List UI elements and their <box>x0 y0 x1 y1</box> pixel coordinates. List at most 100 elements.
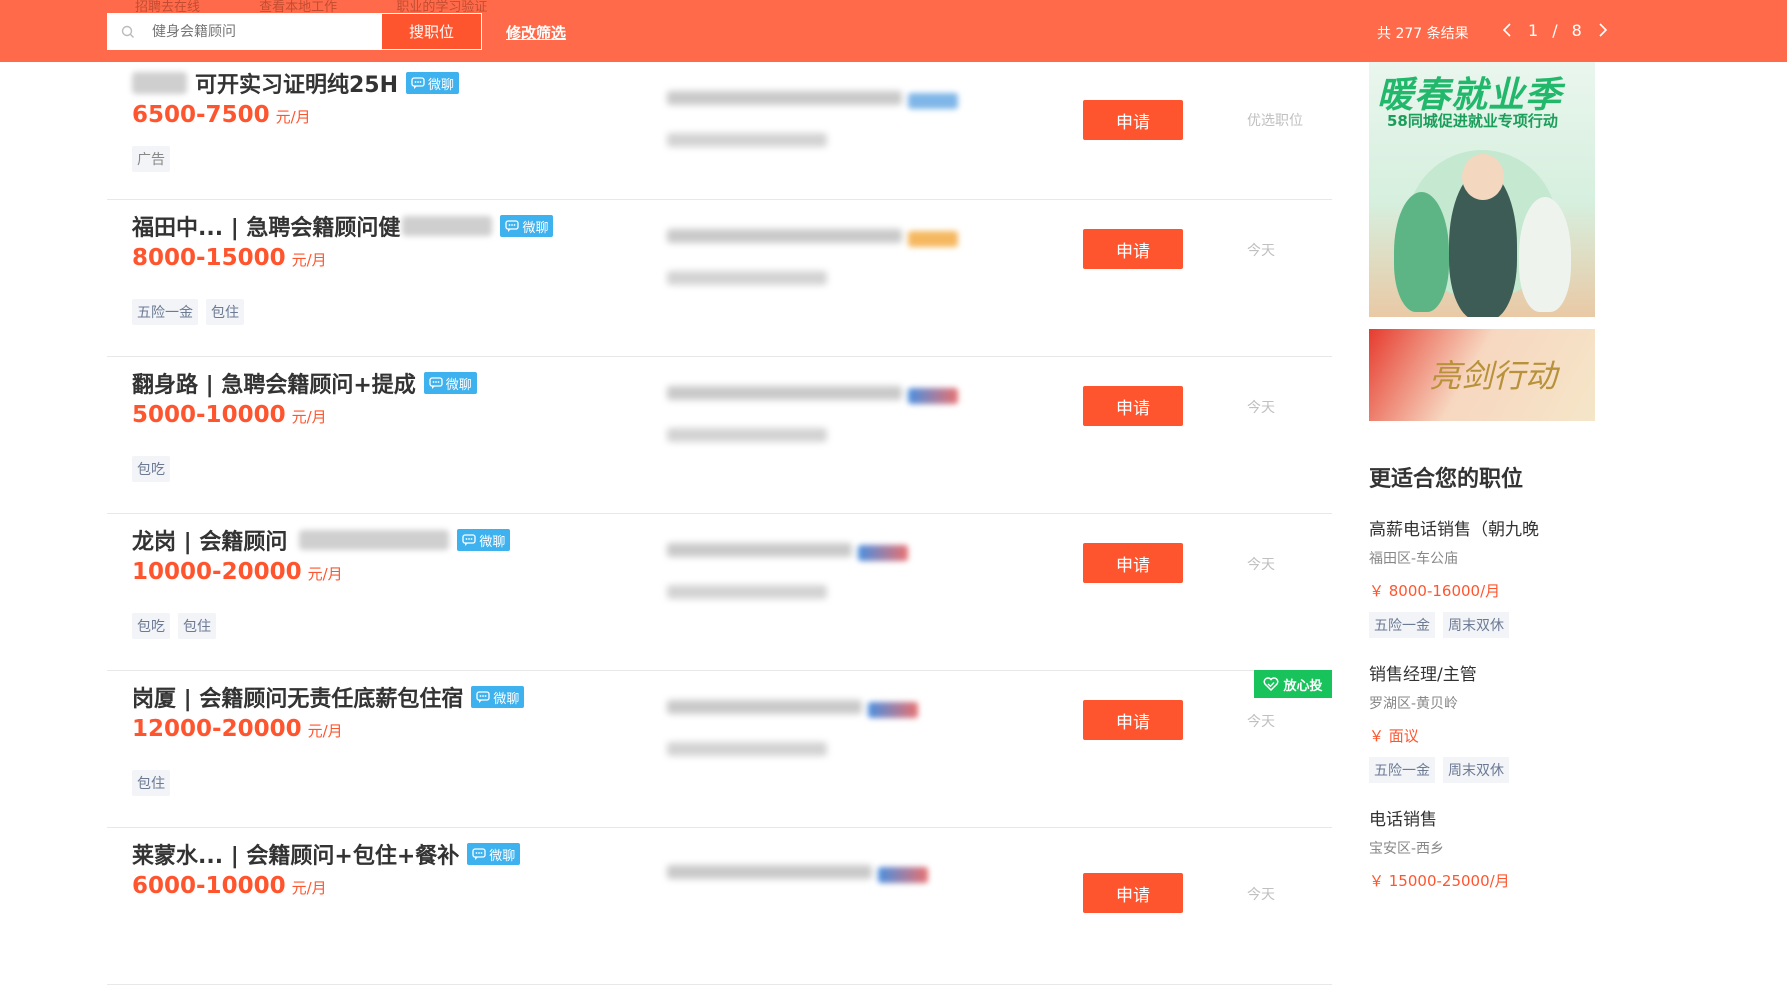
ghost-nav-links: 招聘去在线 查看本地工作 职业的学习验证 <box>135 0 542 14</box>
job-tags: 包吃 包住 <box>132 613 216 639</box>
ghost-link[interactable]: 招聘去在线 <box>135 1 200 14</box>
apply-button[interactable]: 申请 <box>1083 100 1183 140</box>
recommended-title: 更适合您的职位 <box>1369 467 1524 492</box>
company-info-blurred[interactable] <box>667 699 918 756</box>
benefit-tag: 五险一金 <box>1369 612 1435 638</box>
ghost-link[interactable]: 职业的学习验证 <box>396 1 487 14</box>
chat-bubble-icon <box>429 376 443 389</box>
job-list: 可开实习证明纯25H 微聊 6500-7500 元/月 广告 申请 优选职位 福田… <box>107 62 1332 985</box>
person-illustration <box>1519 197 1571 312</box>
job-title[interactable]: 翻身路 | 急聘会籍顾问+提成 微聊 <box>132 367 477 399</box>
chat-bubble-icon <box>472 847 486 860</box>
benefit-tag: 五险一金 <box>132 299 198 325</box>
benefit-tag: 包吃 <box>132 613 170 639</box>
company-info-blurred[interactable] <box>667 542 908 599</box>
job-salary: 10000-20000 元/月 <box>132 559 343 585</box>
benefit-tag: 包住 <box>178 613 216 639</box>
page-sep: / <box>1552 20 1558 40</box>
chat-bubble-icon <box>476 690 491 703</box>
benefit-tag: 包住 <box>206 299 244 325</box>
recommended-job-location: 宝安区-西乡 <box>1369 841 1445 857</box>
top-search-bar: 招聘去在线 查看本地工作 职业的学习验证 搜职位 修改筛选 共 277 条结果 … <box>0 0 1787 62</box>
search-box: 搜职位 <box>107 13 482 50</box>
job-title[interactable]: 龙岗 | 会籍顾问 微聊 <box>132 524 511 556</box>
modify-filter-link[interactable]: 修改筛选 <box>506 22 566 43</box>
banner-text: 亮剑行动 <box>1429 357 1558 395</box>
spring-employment-banner[interactable]: 暖春就业季 58同城促进就业专项行动 <box>1369 62 1595 317</box>
recommended-job-tags: 五险一金 周末双休 <box>1369 757 1595 783</box>
job-title[interactable]: 岗厦 | 会籍顾问无责任底薪包住宿 微聊 <box>132 681 525 713</box>
company-info-blurred[interactable] <box>667 228 958 285</box>
heart-check-icon <box>1264 677 1279 691</box>
banner-subtitle: 58同城促进就业专项行动 <box>1387 112 1558 130</box>
recommended-job-title[interactable]: 高薪电话销售（朝九晚 <box>1369 515 1595 540</box>
wechat-chat-button[interactable]: 微聊 <box>467 843 521 865</box>
ad-tag: 广告 <box>132 146 170 172</box>
chat-bubble-icon <box>411 76 425 89</box>
wechat-chat-button[interactable]: 微聊 <box>423 372 477 394</box>
right-sidebar: 暖春就业季 58同城促进就业专项行动 亮剑行动 更适合您的职位 高薪电话销售（朝… <box>1369 62 1595 891</box>
apply-button[interactable]: 申请 <box>1083 229 1183 269</box>
company-info-blurred[interactable] <box>667 385 958 442</box>
wechat-chat-button[interactable]: 微聊 <box>500 215 554 237</box>
prev-page-icon[interactable] <box>1500 20 1514 40</box>
job-date: 今天 <box>1247 714 1275 730</box>
recommended-job-title[interactable]: 销售经理/主管 <box>1369 660 1595 685</box>
next-page-icon[interactable] <box>1596 20 1610 40</box>
job-tags: 包吃 <box>132 456 170 482</box>
blurred-suffix <box>402 216 493 236</box>
job-row[interactable]: 莱蒙水... | 会籍顾问+包住+餐补 微聊 6000-10000 元/月 申请 … <box>107 828 1332 985</box>
job-salary: 5000-10000 元/月 <box>132 402 327 428</box>
apply-button[interactable]: 申请 <box>1083 873 1183 913</box>
search-icon <box>108 14 148 49</box>
chat-bubble-icon <box>505 219 520 232</box>
blurred-prefix <box>132 72 187 94</box>
chat-bubble-icon <box>462 533 477 546</box>
pagination: 1 / 8 <box>1500 20 1610 40</box>
recommended-job-salary: ￥ 面议 <box>1369 727 1419 745</box>
recommended-job-salary: ￥ 8000-16000/月 <box>1369 582 1501 600</box>
apply-button[interactable]: 申请 <box>1083 700 1183 740</box>
job-date: 今天 <box>1247 557 1275 573</box>
search-input[interactable] <box>148 14 381 49</box>
trust-badge: 放心投 <box>1254 670 1332 698</box>
search-button[interactable]: 搜职位 <box>381 14 481 49</box>
company-info-blurred[interactable] <box>667 90 958 147</box>
recommended-job[interactable]: 销售经理/主管 罗湖区-黄贝岭 ￥ 面议 五险一金 周末双休 <box>1369 660 1595 783</box>
job-date: 优选职位 <box>1247 113 1303 129</box>
job-date: 今天 <box>1247 400 1275 416</box>
job-tags: 五险一金 包住 <box>132 299 244 325</box>
recommended-job-tags: 五险一金 周末双休 <box>1369 612 1595 638</box>
ghost-link[interactable]: 查看本地工作 <box>259 1 337 14</box>
benefit-tag: 包吃 <box>132 456 170 482</box>
apply-button[interactable]: 申请 <box>1083 386 1183 426</box>
recommended-job[interactable]: 电话销售 宝安区-西乡 ￥ 15000-25000/月 <box>1369 805 1595 891</box>
job-row[interactable]: 翻身路 | 急聘会籍顾问+提成 微聊 5000-10000 元/月 包吃 申请 今… <box>107 357 1332 514</box>
job-title[interactable]: 莱蒙水... | 会籍顾问+包住+餐补 微聊 <box>132 838 521 870</box>
company-info-blurred[interactable] <box>667 864 928 883</box>
apply-button[interactable]: 申请 <box>1083 543 1183 583</box>
person-head <box>1462 154 1504 200</box>
job-title[interactable]: 可开实习证明纯25H 微聊 <box>132 67 460 99</box>
benefit-tag: 五险一金 <box>1369 757 1435 783</box>
page-current: 1 <box>1528 20 1539 40</box>
job-date: 今天 <box>1247 887 1275 903</box>
job-salary: 8000-15000 元/月 <box>132 245 327 271</box>
blurred-suffix <box>299 530 450 550</box>
benefit-tag: 包住 <box>132 770 170 796</box>
job-row[interactable]: 福田中... | 急聘会籍顾问健 微聊 8000-15000 元/月 五险一金 包… <box>107 200 1332 357</box>
wechat-chat-button[interactable]: 微聊 <box>457 529 511 551</box>
recommended-job-title[interactable]: 电话销售 <box>1369 805 1595 830</box>
wechat-chat-button[interactable]: 微聊 <box>406 72 460 94</box>
job-row[interactable]: 龙岗 | 会籍顾问 微聊 10000-20000 元/月 包吃 包住 申请 今天 <box>107 514 1332 671</box>
benefit-tag: 周末双休 <box>1443 757 1509 783</box>
job-salary: 6500-7500 元/月 <box>132 102 311 128</box>
recommended-job[interactable]: 高薪电话销售（朝九晚 福田区-车公庙 ￥ 8000-16000/月 五险一金 周… <box>1369 515 1595 638</box>
wechat-chat-button[interactable]: 微聊 <box>471 686 525 708</box>
page-total: 8 <box>1571 20 1582 40</box>
result-count: 共 277 条结果 <box>1377 26 1469 42</box>
job-row[interactable]: 可开实习证明纯25H 微聊 6500-7500 元/月 广告 申请 优选职位 <box>107 62 1332 200</box>
job-row[interactable]: 放心投 岗厦 | 会籍顾问无责任底薪包住宿 微聊 12000-20000 元/月 … <box>107 670 1332 828</box>
sword-action-banner[interactable]: 亮剑行动 <box>1369 329 1595 421</box>
job-title[interactable]: 福田中... | 急聘会籍顾问健 微聊 <box>132 210 554 242</box>
